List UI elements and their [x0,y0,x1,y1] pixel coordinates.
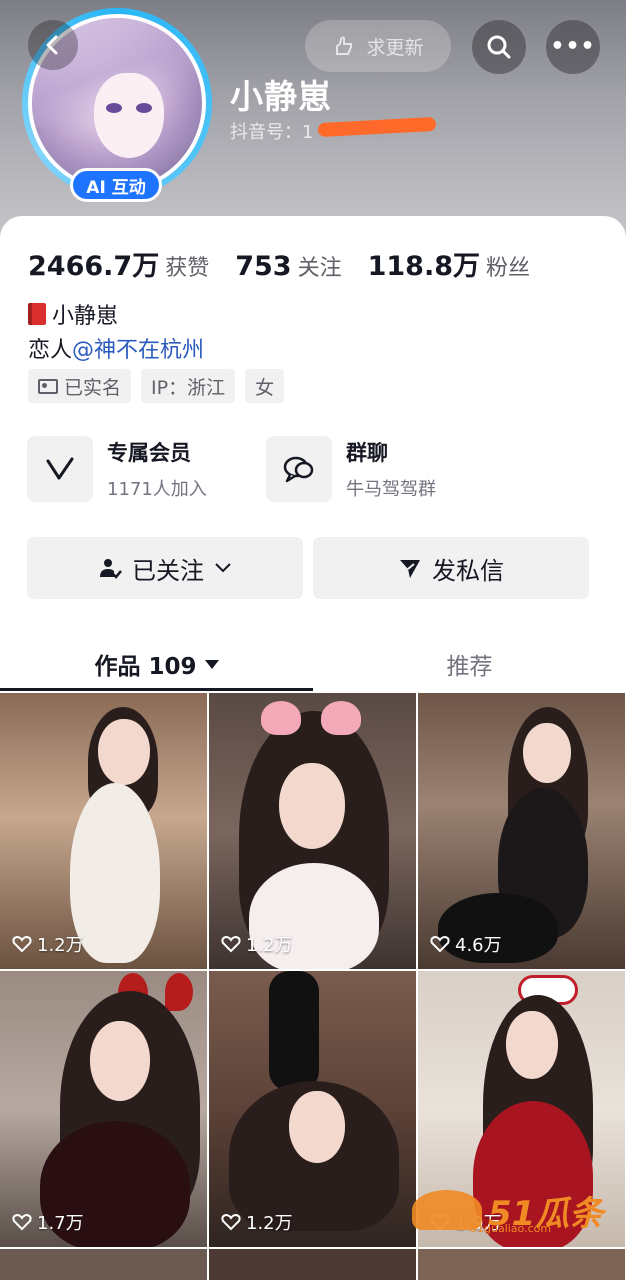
gender-label: 女 [255,376,275,399]
tab-recommend[interactable]: 推荐 [313,636,626,692]
likes-count-label: 1.2万 [246,1213,293,1234]
chevron-down-icon [215,563,231,573]
likes-count-label: 1.2万 [246,935,293,956]
id-card-icon [38,378,58,394]
video-thumbnail[interactable] [418,1249,625,1280]
vip-v-icon [27,436,93,502]
likes-label: 获赞 [165,256,210,281]
following-label: 关注 [297,256,342,281]
video-thumbnail[interactable] [209,1249,416,1280]
followers-label: 粉丝 [486,256,531,281]
profile-nickname: 小静崽 [230,77,332,116]
likes-count[interactable]: 2466.7万 [28,244,159,283]
triangle-down-icon [204,659,219,669]
likes-counter: 1.2万 [221,931,293,957]
likes-counter: 1.2万 [12,931,84,957]
ai-interaction-badge[interactable]: AI 互动 [70,168,162,202]
likes-counter: 1.2万 [221,1209,293,1235]
gender-tag: 女 [245,369,285,403]
content-tabs: 作品 109 推荐 [0,636,626,692]
followers-count[interactable]: 118.8万 [368,244,480,283]
send-message-label: 发私信 [432,556,504,585]
membership-count: 1171人加入 [107,479,207,500]
send-message-button[interactable]: 发私信 [313,537,589,599]
video-thumbnail[interactable]: 4.6万 [418,693,625,969]
red-book-icon [28,303,46,325]
verified-tag[interactable]: 已实名 [28,369,132,403]
likes-counter: 4.6万 [430,931,502,957]
ip-location-label: IP：浙江 [151,376,226,399]
heart-outline-icon [221,1213,241,1231]
video-thumbnail[interactable]: 1.2万 [0,693,207,969]
request-update-label: 求更新 [366,36,424,59]
exclusive-membership-entry[interactable]: 专属会员 1171人加入 [27,436,207,502]
watermark-url: 51gualiao.com [470,1222,552,1235]
bio-mention-link[interactable]: @神不在杭州 [72,338,204,363]
followed-label: 已关注 [132,556,204,585]
bio-line-1: 小静崽 [28,298,118,330]
hand-point-icon [336,36,353,55]
video-thumbnail[interactable] [0,1249,207,1280]
bio-text-1: 小静崽 [52,304,119,329]
ip-location-tag: IP：浙江 [141,369,236,403]
search-icon [487,35,511,59]
following-count[interactable]: 753 [235,251,291,282]
heart-outline-icon [12,1213,32,1231]
tab-recommend-label: 推荐 [446,654,493,680]
bio-text-2: 恋人 [28,338,73,363]
tab-works[interactable]: 作品 109 [0,636,313,692]
heart-outline-icon [430,935,450,953]
video-thumbnail[interactable]: 1.7万 [0,971,207,1247]
likes-count-label: 4.6万 [455,935,502,956]
back-button[interactable] [28,20,78,70]
group-chat-title: 群聊 [346,441,388,465]
chevron-left-icon [46,35,58,55]
profile-stats: 2466.7万 获赞 753 关注 118.8万 粉丝 [28,244,556,283]
active-tab-indicator [0,688,313,691]
heart-outline-icon [221,935,241,953]
group-chat-entry[interactable]: 群聊 牛马驾驾群 [266,436,436,502]
search-button[interactable] [472,20,526,74]
send-plane-icon [400,560,420,578]
chat-bubbles-icon [266,436,332,502]
group-chat-name: 牛马驾驾群 [346,479,436,500]
likes-count-label: 1.7万 [37,1213,84,1234]
bio-line-2: 恋人@神不在杭州 [28,332,204,364]
more-dots-icon: ••• [550,34,596,59]
verified-tag-label: 已实名 [64,376,122,399]
likes-counter: 1.7万 [12,1209,84,1235]
video-thumbnail[interactable]: 1.2万 [209,693,416,969]
video-thumbnail[interactable]: 1.2万 [209,971,416,1247]
heart-outline-icon [12,935,32,953]
likes-count-label: 1.2万 [37,935,84,956]
request-update-button[interactable]: 求更新 [305,20,451,72]
followed-button[interactable]: 已关注 [27,537,303,599]
douyin-id[interactable]: 抖音号：1 [230,118,313,144]
tab-works-label: 作品 109 [94,654,197,680]
user-check-icon [100,559,122,579]
more-options-button[interactable]: ••• [546,20,600,74]
membership-title: 专属会员 [107,441,191,465]
profile-tags: 已实名 IP：浙江 女 [28,369,285,403]
